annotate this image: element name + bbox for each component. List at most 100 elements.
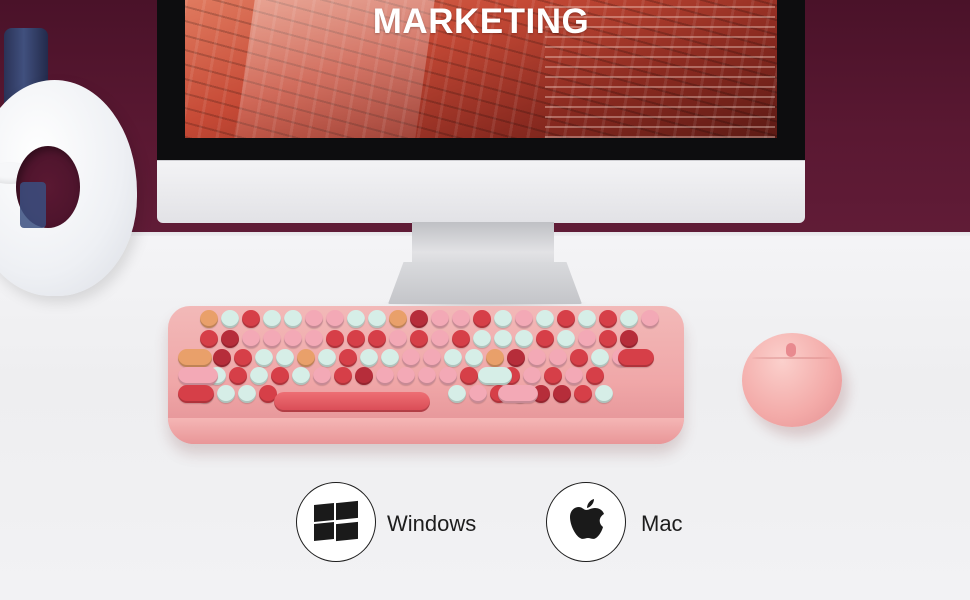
- keycap: [469, 385, 487, 403]
- keyboard-front-edge: [168, 418, 684, 444]
- keycap: [473, 310, 491, 328]
- keycap: [250, 367, 268, 385]
- keycap: [397, 367, 415, 385]
- keycap: [444, 349, 462, 367]
- keycap: [452, 310, 470, 328]
- keycap: [465, 349, 483, 367]
- keycap: [297, 349, 315, 367]
- keycap: [578, 330, 596, 348]
- keycap: [334, 367, 352, 385]
- mac-label: Mac: [641, 511, 683, 536]
- keycap: [523, 367, 541, 385]
- modifier-key: [178, 349, 212, 367]
- keycap: [284, 330, 302, 348]
- windows-label: Windows: [387, 511, 477, 536]
- keycap: [439, 367, 457, 385]
- keycap: [221, 310, 239, 328]
- modifier-key: [178, 367, 218, 385]
- keycap: [213, 349, 231, 367]
- apple-logo-icon: [570, 499, 604, 539]
- keycap: [381, 349, 399, 367]
- keycap: [318, 349, 336, 367]
- keycap: [271, 367, 289, 385]
- modifier-key: [498, 385, 538, 403]
- keycap: [494, 330, 512, 348]
- keycap: [528, 349, 546, 367]
- windows-logo-icon: [314, 500, 358, 542]
- keycap: [410, 310, 428, 328]
- keycap: [515, 330, 533, 348]
- pink-keyboard: [168, 306, 684, 444]
- keycap: [591, 349, 609, 367]
- keycap: [578, 310, 596, 328]
- keycap: [234, 349, 252, 367]
- keycap: [326, 310, 344, 328]
- keycap: [536, 330, 554, 348]
- keycap: [255, 349, 273, 367]
- keycap: [423, 349, 441, 367]
- monitor: MARKETING: [157, 0, 805, 223]
- keycap: [418, 367, 436, 385]
- keycap: [368, 330, 386, 348]
- keycap: [460, 367, 478, 385]
- keycap: [402, 349, 420, 367]
- keycap: [305, 330, 323, 348]
- keycap: [599, 330, 617, 348]
- keycap: [410, 330, 428, 348]
- keycap: [276, 349, 294, 367]
- keycap: [473, 330, 491, 348]
- product-photo: MARKETING Windows Mac: [0, 0, 970, 600]
- vase-hole: [16, 146, 80, 228]
- mouse-scroll-wheel: [786, 343, 796, 357]
- keycap: [507, 349, 525, 367]
- keycap: [641, 310, 659, 328]
- keycap: [217, 385, 235, 403]
- keycap: [536, 310, 554, 328]
- keycap: [368, 310, 386, 328]
- keycap: [263, 310, 281, 328]
- keycap: [347, 330, 365, 348]
- keycap: [229, 367, 247, 385]
- pink-mouse: [742, 333, 842, 427]
- keycap: [599, 310, 617, 328]
- modifier-key: [178, 385, 214, 403]
- keycap: [305, 310, 323, 328]
- keycap: [574, 385, 592, 403]
- keycap: [221, 330, 239, 348]
- monitor-stand-base: [388, 262, 582, 304]
- keycap: [620, 310, 638, 328]
- keycap: [448, 385, 466, 403]
- keycap: [200, 330, 218, 348]
- screen-title: MARKETING: [372, 2, 590, 41]
- modifier-key: [478, 367, 512, 385]
- keycap: [452, 330, 470, 348]
- spacebar-key: [274, 392, 430, 412]
- keycap: [326, 330, 344, 348]
- keycap: [347, 310, 365, 328]
- keycap: [376, 367, 394, 385]
- monitor-screen: MARKETING: [185, 0, 777, 138]
- keycap: [242, 310, 260, 328]
- windows-badge: [296, 482, 376, 562]
- keycap: [263, 330, 281, 348]
- keycap: [284, 310, 302, 328]
- keycap: [544, 367, 562, 385]
- keycap: [549, 349, 567, 367]
- keycap: [292, 367, 310, 385]
- mouse-button-seam: [752, 357, 832, 359]
- keycap: [570, 349, 588, 367]
- keycap: [242, 330, 260, 348]
- keycap: [557, 310, 575, 328]
- keycap: [339, 349, 357, 367]
- keycap: [360, 349, 378, 367]
- keycap: [565, 367, 583, 385]
- keycap: [494, 310, 512, 328]
- keycap: [431, 330, 449, 348]
- monitor-chin: [157, 160, 805, 223]
- keycap: [486, 349, 504, 367]
- keycap: [238, 385, 256, 403]
- keycap: [355, 367, 373, 385]
- keycap: [431, 310, 449, 328]
- keycap: [553, 385, 571, 403]
- modifier-key: [618, 349, 654, 367]
